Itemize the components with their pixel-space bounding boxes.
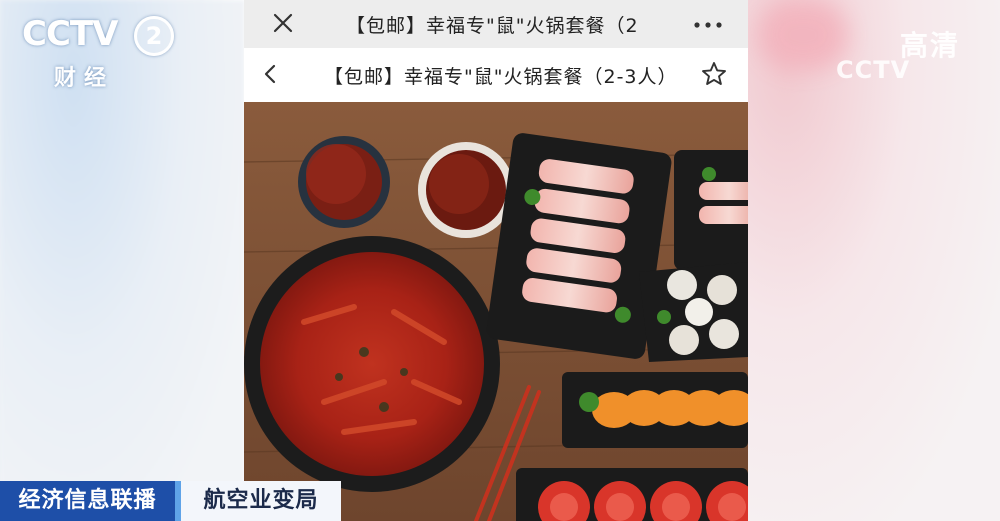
segment-topic: 航空业变局 bbox=[181, 481, 341, 521]
side-meat-tray bbox=[674, 150, 748, 270]
meat-roll-tray bbox=[486, 133, 672, 359]
back-arrow-icon[interactable] bbox=[260, 63, 282, 85]
hd-cctv-logo: CCTV bbox=[836, 56, 911, 84]
hotpot-product-photo bbox=[244, 102, 748, 521]
hd-watermark: 高清 CCTV bbox=[836, 24, 996, 84]
cctv-logo-text: CCTV bbox=[22, 14, 118, 54]
tomato-tray bbox=[516, 468, 748, 521]
chili-bowl-2 bbox=[418, 142, 514, 238]
channel-number: 2 bbox=[134, 16, 174, 56]
page-header: 【包邮】幸福专"鼠"火锅套餐（2-3人） bbox=[244, 48, 748, 102]
chili-bowl-1 bbox=[298, 136, 390, 228]
webview-header: 【包邮】幸福专"鼠"火锅套餐（2 bbox=[244, 0, 748, 48]
cctv2-logo: CCTV 2 财经 bbox=[22, 14, 174, 94]
blurred-background-shape bbox=[758, 0, 848, 70]
more-icon[interactable] bbox=[694, 22, 722, 28]
meatball-plate bbox=[639, 262, 748, 362]
star-icon[interactable] bbox=[700, 60, 728, 88]
webview-title: 【包邮】幸福专"鼠"火锅套餐（2 bbox=[346, 15, 639, 37]
close-icon[interactable] bbox=[270, 10, 296, 36]
hotpot-pot bbox=[244, 236, 500, 492]
program-name: 经济信息联播 bbox=[0, 481, 175, 521]
phone-screen: 【包邮】幸福专"鼠"火锅套餐（2 【包邮】幸福专"鼠"火锅套餐（2-3人） bbox=[244, 0, 748, 521]
channel-name: 财经 bbox=[54, 66, 115, 91]
page-title: 【包邮】幸福专"鼠"火锅套餐（2-3人） bbox=[324, 66, 678, 88]
pumpkin-tray bbox=[562, 372, 748, 448]
lower-third-banner: 经济信息联播 航空业变局 bbox=[0, 481, 360, 521]
